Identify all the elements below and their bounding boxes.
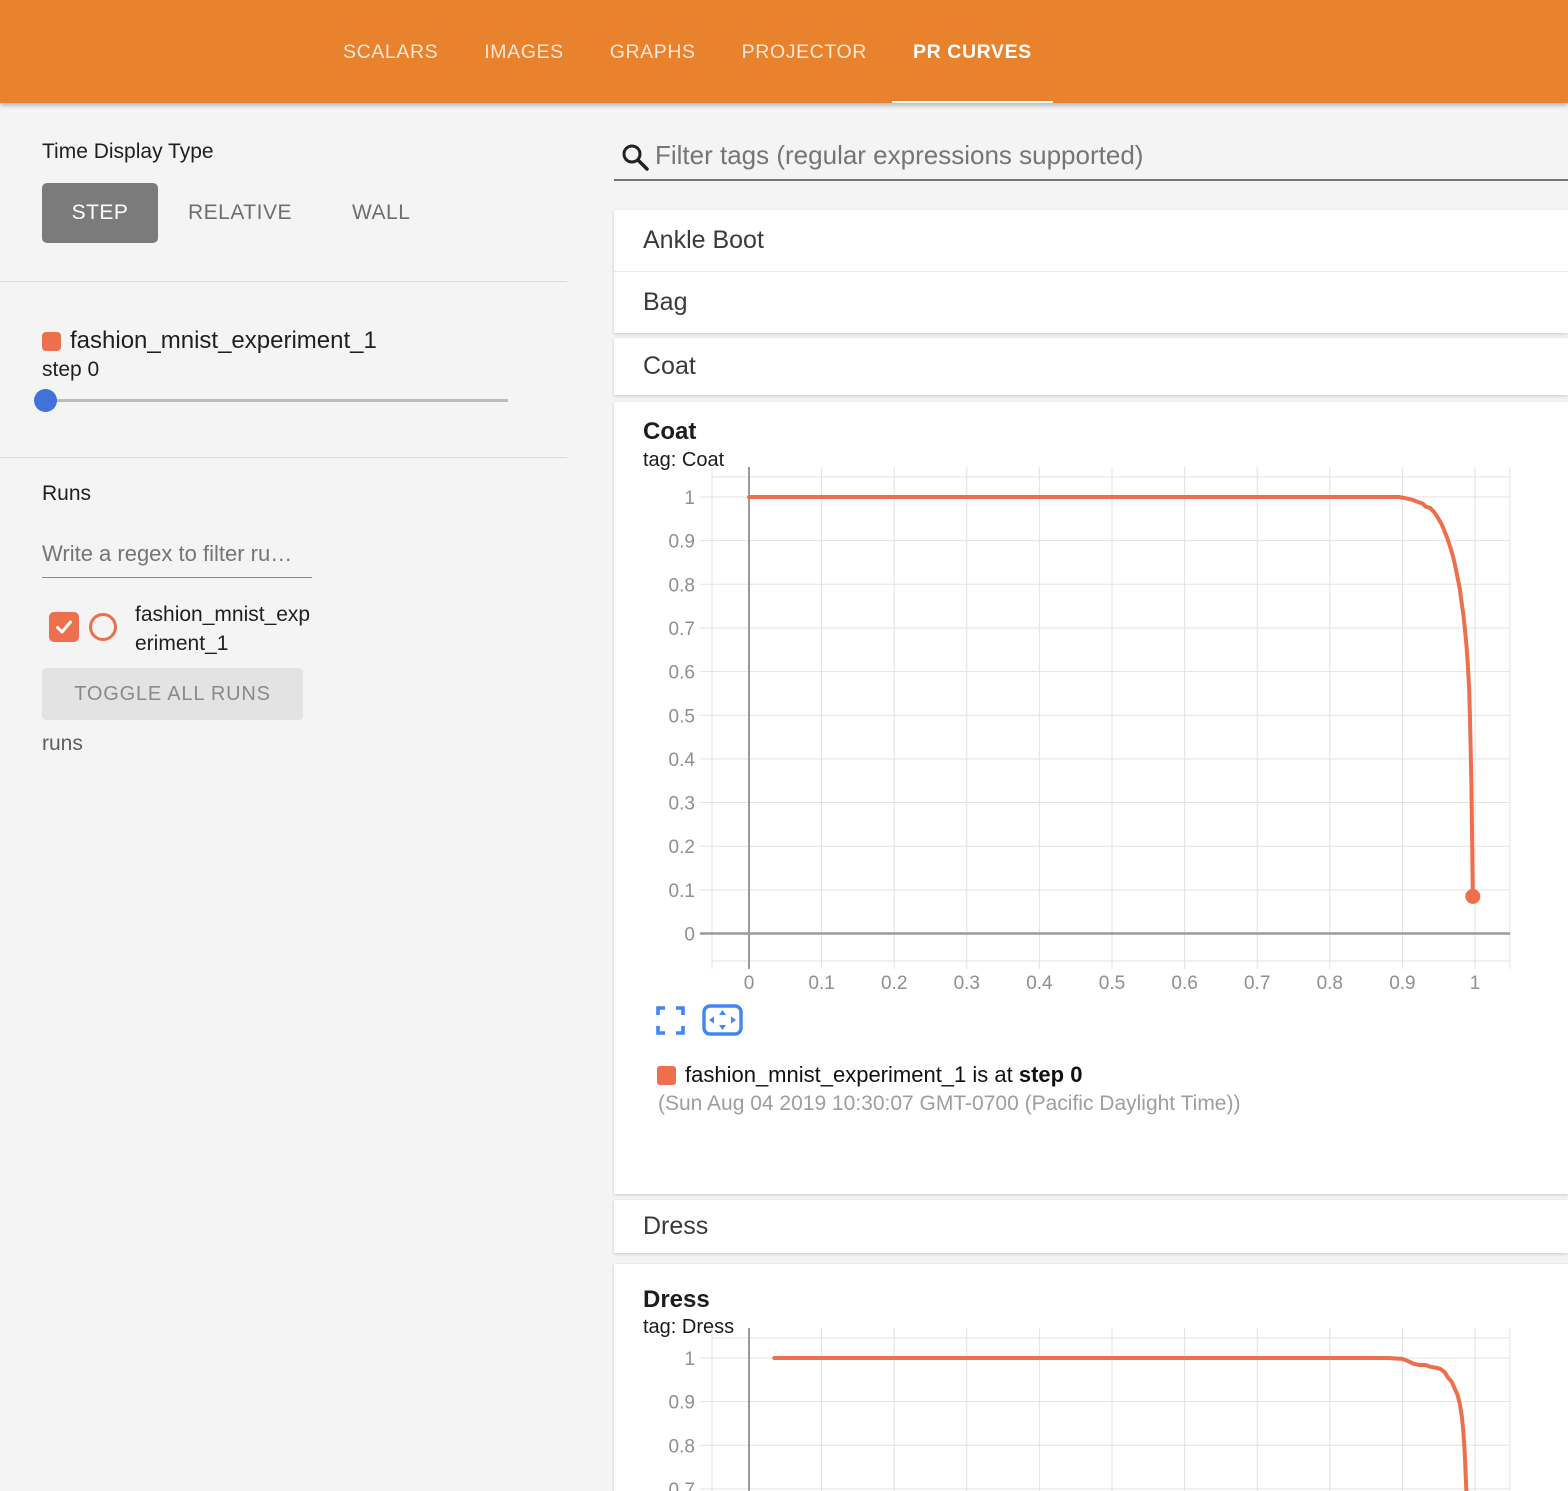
- filter-underline: [614, 179, 1568, 181]
- runs-heading: Runs: [42, 482, 91, 506]
- checkmark-icon: [54, 617, 74, 637]
- svg-text:0.7: 0.7: [669, 619, 695, 640]
- toggle-all-runs-button[interactable]: TOGGLE ALL RUNS: [42, 668, 303, 720]
- svg-text:0.7: 0.7: [1244, 973, 1270, 994]
- coat-chart-title: Coat: [643, 418, 696, 446]
- svg-text:0.6: 0.6: [1171, 973, 1197, 994]
- svg-text:0.8: 0.8: [1317, 973, 1343, 994]
- run-color-swatch: [42, 332, 61, 351]
- svg-text:0.3: 0.3: [669, 794, 695, 815]
- svg-text:0.1: 0.1: [669, 881, 695, 902]
- svg-text:0.1: 0.1: [808, 973, 834, 994]
- time-display-type-label: Time Display Type: [42, 140, 214, 164]
- nav-tabs: SCALARS IMAGES GRAPHS PROJECTOR PR CURVE…: [322, 0, 1053, 103]
- relative-button[interactable]: RELATIVE: [188, 201, 292, 225]
- svg-text:1: 1: [684, 488, 695, 509]
- run-checkbox[interactable]: [49, 612, 79, 642]
- svg-text:0.4: 0.4: [669, 750, 696, 771]
- chart-legend: fashion_mnist_experiment_1 is at step 0: [657, 1062, 1082, 1088]
- svg-text:0.5: 0.5: [1099, 973, 1125, 994]
- wall-button[interactable]: WALL: [352, 201, 410, 225]
- svg-text:0: 0: [684, 925, 695, 946]
- svg-text:0.9: 0.9: [669, 1393, 695, 1414]
- section-label: Coat: [643, 352, 696, 381]
- filter-tags-input[interactable]: [655, 135, 1545, 175]
- step-slider-track[interactable]: [42, 399, 508, 402]
- step-slider[interactable]: [42, 389, 508, 412]
- tensorboard-app: TensorBoard SCALARS IMAGES GRAPHS PROJEC…: [0, 0, 1568, 1491]
- tab-images[interactable]: IMAGES: [463, 0, 584, 103]
- svg-text:1: 1: [1470, 973, 1481, 994]
- selected-run-chip: fashion_mnist_experiment_1: [42, 327, 377, 355]
- svg-text:0.3: 0.3: [954, 973, 980, 994]
- step-button[interactable]: STEP: [42, 183, 158, 243]
- section-coat[interactable]: Coat: [614, 338, 1568, 395]
- svg-text:0.6: 0.6: [669, 663, 695, 684]
- section-bag[interactable]: Bag: [614, 272, 1568, 333]
- svg-text:0.2: 0.2: [669, 837, 695, 858]
- svg-text:1: 1: [684, 1349, 695, 1370]
- time-display-type-buttons: STEP RELATIVE WALL: [42, 183, 410, 243]
- coat-pr-curve-chart[interactable]: 0 0.1 0.2 0.3 0.4 0.5 0.6 0.7 0.8 0.9 1 0 0.1 0.2 0.3 0…: [614, 467, 1568, 1007]
- chart-toolbar: [656, 1004, 743, 1039]
- sidebar-divider: [0, 281, 567, 282]
- svg-text:0: 0: [744, 973, 755, 994]
- expand-arrows-icon: [702, 1004, 743, 1036]
- svg-text:0.8: 0.8: [669, 575, 695, 596]
- selected-run-name: fashion_mnist_experiment_1: [70, 327, 377, 355]
- legend-run-prefix: fashion_mnist_experiment_1 is at: [685, 1062, 1019, 1087]
- dress-chart-title: Dress: [643, 1286, 710, 1314]
- tab-projector[interactable]: PROJECTOR: [721, 0, 888, 103]
- tab-pr-curves[interactable]: PR CURVES: [892, 0, 1053, 103]
- step-value-label: step 0: [42, 358, 99, 382]
- dress-pr-curve-chart[interactable]: 00.10.20.30.40.50.60.70.80.9100.10.20.30…: [614, 1328, 1568, 1491]
- svg-text:0.2: 0.2: [881, 973, 907, 994]
- svg-text:0.4: 0.4: [1026, 973, 1053, 994]
- svg-text:0.9: 0.9: [1389, 973, 1415, 994]
- section-ankle-boot[interactable]: Ankle Boot: [614, 210, 1568, 271]
- svg-text:0.9: 0.9: [669, 532, 695, 553]
- svg-text:0.8: 0.8: [669, 1436, 695, 1457]
- run-isolator-radio[interactable]: [89, 613, 117, 641]
- legend-text: fashion_mnist_experiment_1 is at step 0: [685, 1062, 1082, 1088]
- section-label: Bag: [643, 288, 687, 317]
- run-list-item-label[interactable]: fashion_mnist_experiment_1: [135, 600, 319, 658]
- step-slider-thumb[interactable]: [34, 389, 57, 412]
- runs-footer-label: runs: [42, 732, 83, 756]
- runs-filter-input[interactable]: [42, 530, 312, 578]
- svg-text:0.5: 0.5: [669, 706, 695, 727]
- search-icon: [620, 142, 650, 172]
- tab-graphs[interactable]: GRAPHS: [589, 0, 717, 103]
- legend-run-swatch: [657, 1066, 676, 1085]
- fit-domain-button[interactable]: [702, 1004, 743, 1039]
- fullscreen-button[interactable]: [656, 1006, 685, 1038]
- sidebar-divider: [0, 457, 567, 458]
- section-dress[interactable]: Dress: [614, 1200, 1568, 1253]
- fullscreen-icon: [656, 1006, 685, 1035]
- section-label: Ankle Boot: [643, 226, 764, 255]
- tab-scalars[interactable]: SCALARS: [322, 0, 459, 103]
- legend-step: step 0: [1019, 1062, 1083, 1087]
- legend-timestamp: (Sun Aug 04 2019 10:30:07 GMT-0700 (Paci…: [658, 1092, 1240, 1116]
- svg-text:0.7: 0.7: [669, 1480, 695, 1491]
- section-label: Dress: [643, 1212, 708, 1241]
